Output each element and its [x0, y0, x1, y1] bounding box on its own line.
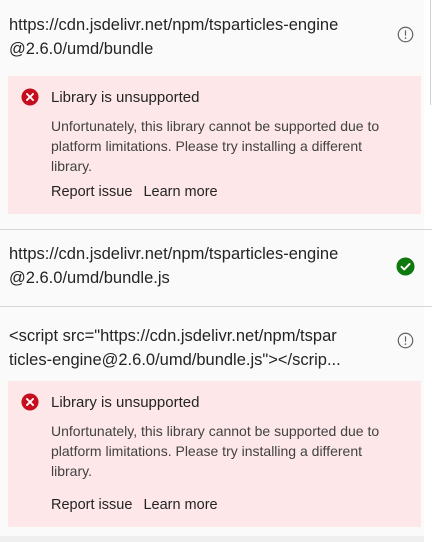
error-circle-icon: [21, 393, 39, 411]
library-url-line: @2.6.0/umd/bundle.js: [9, 269, 170, 287]
library-entry: https://cdn.jsdelivr.net/npm/tsparticles…: [0, 229, 424, 306]
error-message-line: platform limitations. Please try install…: [51, 138, 362, 154]
library-url-line: ticles-engine@2.6.0/umd/bundle.js"></scr…: [9, 351, 341, 369]
library-url-line: @2.6.0/umd/bundle: [9, 40, 154, 58]
library-url: <script src="https://cdn.jsdelivr.net/np…: [9, 324, 384, 372]
error-title: Library is unsupported: [51, 394, 200, 411]
error-actions: Report issue Learn more: [51, 182, 225, 202]
error-message: Unfortunately, this library cannot be su…: [51, 421, 416, 481]
info-circle-icon[interactable]: [397, 332, 414, 349]
error-message-line: platform limitations. Please try install…: [51, 443, 362, 459]
error-message-line: Unfortunately, this library cannot be su…: [51, 118, 380, 134]
scrollbar-edge: [430, 0, 431, 105]
error-circle-icon: [21, 88, 39, 106]
info-circle-icon[interactable]: [397, 26, 414, 43]
library-url-line: https://cdn.jsdelivr.net/npm/tsparticles…: [9, 245, 339, 263]
library-url-line: <script src="https://cdn.jsdelivr.net/np…: [9, 327, 337, 345]
unsupported-library-error: Library is unsupported Unfortunately, th…: [8, 76, 421, 214]
library-entry: <script src="https://cdn.jsdelivr.net/np…: [0, 306, 424, 536]
panel-bottom-edge: [0, 536, 424, 542]
error-title: Library is unsupported: [51, 89, 200, 106]
checkmark-circle-icon: [396, 257, 415, 276]
error-message-line: library.: [51, 463, 92, 479]
library-url: https://cdn.jsdelivr.net/npm/tsparticles…: [9, 13, 384, 61]
error-message-line: library.: [51, 158, 92, 174]
library-entry: https://cdn.jsdelivr.net/npm/tsparticles…: [0, 0, 424, 229]
library-url: https://cdn.jsdelivr.net/npm/tsparticles…: [9, 242, 384, 290]
learn-more-link[interactable]: Learn more: [143, 182, 217, 202]
report-issue-link[interactable]: Report issue: [51, 182, 132, 202]
error-actions: Report issue Learn more: [51, 495, 225, 515]
library-url-line: https://cdn.jsdelivr.net/npm/tsparticles…: [9, 16, 339, 34]
error-message-line: Unfortunately, this library cannot be su…: [51, 423, 380, 439]
error-message: Unfortunately, this library cannot be su…: [51, 116, 416, 176]
learn-more-link[interactable]: Learn more: [143, 495, 217, 515]
report-issue-link[interactable]: Report issue: [51, 495, 132, 515]
unsupported-library-error: Library is unsupported Unfortunately, th…: [8, 381, 421, 527]
